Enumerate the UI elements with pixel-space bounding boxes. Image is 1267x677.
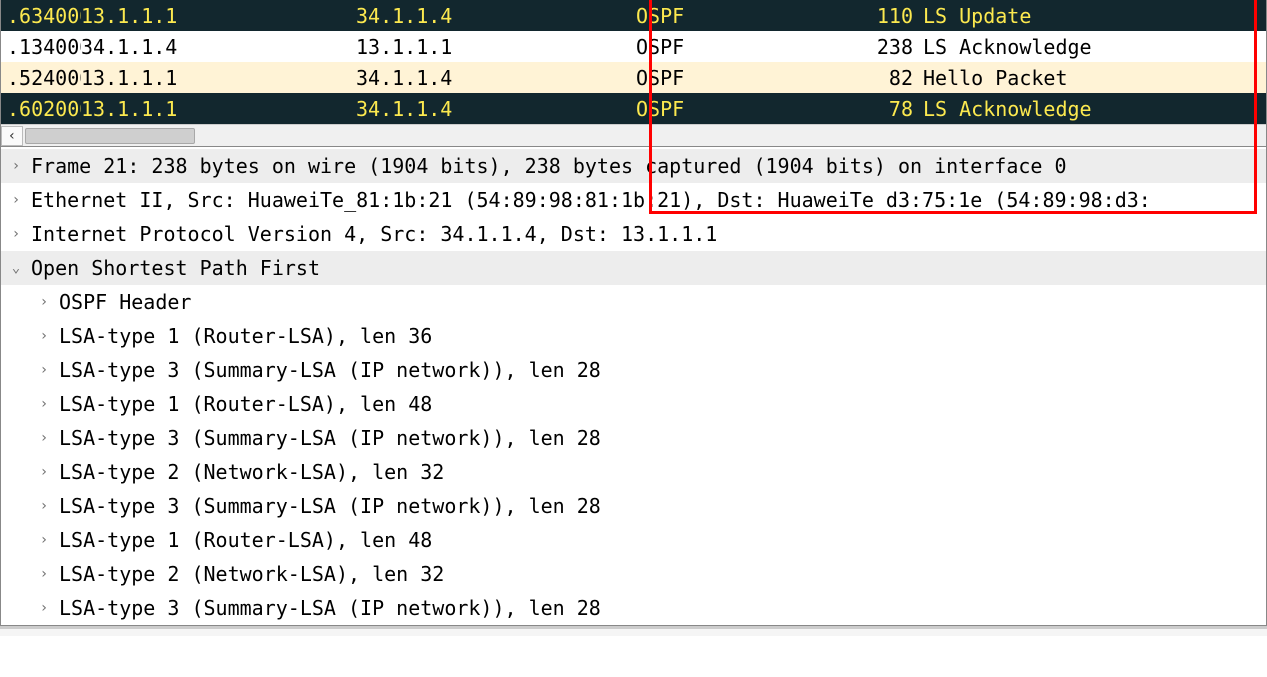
packet-list-hscrollbar[interactable]: ‹ xyxy=(1,124,1266,146)
cell-time: .134000 xyxy=(1,35,81,59)
scroll-thumb[interactable] xyxy=(25,128,195,144)
tree-label: LSA-type 2 (Network-LSA), len 32 xyxy=(59,460,444,484)
tree-row-lsa[interactable]: › LSA-type 2 (Network-LSA), len 32 xyxy=(1,557,1266,591)
cell-destination: 34.1.1.4 xyxy=(356,97,636,121)
tree-row-lsa[interactable]: › LSA-type 3 (Summary-LSA (IP network)),… xyxy=(1,353,1266,387)
cell-time: .634000 xyxy=(1,4,81,28)
tree-label: OSPF Header xyxy=(59,290,191,314)
cell-destination: 13.1.1.1 xyxy=(356,35,636,59)
chevron-right-icon[interactable]: › xyxy=(29,328,59,344)
cell-length: 78 xyxy=(851,97,923,121)
tree-row-lsa[interactable]: › LSA-type 3 (Summary-LSA (IP network)),… xyxy=(1,591,1266,625)
chevron-right-icon[interactable]: › xyxy=(29,498,59,514)
tree-row-lsa[interactable]: › LSA-type 1 (Router-LSA), len 48 xyxy=(1,387,1266,421)
tree-row-lsa[interactable]: › LSA-type 3 (Summary-LSA (IP network)),… xyxy=(1,489,1266,523)
packet-row[interactable]: .134000 34.1.1.4 13.1.1.1 OSPF 238 LS Ac… xyxy=(1,31,1266,62)
cell-length: 238 xyxy=(851,35,923,59)
tree-row-ethernet[interactable]: › Ethernet II, Src: HuaweiTe_81:1b:21 (5… xyxy=(1,183,1266,217)
cell-protocol: OSPF xyxy=(636,97,851,121)
packet-row[interactable]: .524000 13.1.1.1 34.1.1.4 OSPF 82 Hello … xyxy=(1,62,1266,93)
cell-destination: 34.1.1.4 xyxy=(356,66,636,90)
tree-label: LSA-type 3 (Summary-LSA (IP network)), l… xyxy=(59,596,601,620)
tree-row-lsa[interactable]: › LSA-type 1 (Router-LSA), len 36 xyxy=(1,319,1266,353)
tree-label: Open Shortest Path First xyxy=(31,256,320,280)
tree-row-lsa[interactable]: › LSA-type 2 (Network-LSA), len 32 xyxy=(1,455,1266,489)
tree-row-ospf-header[interactable]: › OSPF Header xyxy=(1,285,1266,319)
tree-row-ip[interactable]: › Internet Protocol Version 4, Src: 34.1… xyxy=(1,217,1266,251)
tree-label: LSA-type 2 (Network-LSA), len 32 xyxy=(59,562,444,586)
chevron-right-icon[interactable]: › xyxy=(1,158,31,174)
pane-separator[interactable] xyxy=(0,626,1267,636)
chevron-right-icon[interactable]: › xyxy=(29,464,59,480)
cell-info: LS Update xyxy=(923,4,1266,28)
cell-source: 13.1.1.1 xyxy=(81,97,356,121)
tree-label: Frame 21: 238 bytes on wire (1904 bits),… xyxy=(31,154,1067,178)
tree-label: LSA-type 1 (Router-LSA), len 36 xyxy=(59,324,432,348)
chevron-right-icon[interactable]: › xyxy=(29,532,59,548)
cell-protocol: OSPF xyxy=(636,35,851,59)
scroll-track[interactable] xyxy=(23,126,1266,146)
chevron-down-icon[interactable]: ⌄ xyxy=(1,260,31,276)
tree-label: LSA-type 1 (Router-LSA), len 48 xyxy=(59,528,432,552)
tree-row-lsa[interactable]: › LSA-type 3 (Summary-LSA (IP network)),… xyxy=(1,421,1266,455)
chevron-right-icon[interactable]: › xyxy=(29,362,59,378)
tree-label: Ethernet II, Src: HuaweiTe_81:1b:21 (54:… xyxy=(31,188,1151,212)
cell-source: 34.1.1.4 xyxy=(81,35,356,59)
cell-destination: 34.1.1.4 xyxy=(356,4,636,28)
tree-label: LSA-type 3 (Summary-LSA (IP network)), l… xyxy=(59,426,601,450)
cell-protocol: OSPF xyxy=(636,4,851,28)
chevron-right-icon[interactable]: › xyxy=(29,294,59,310)
cell-protocol: OSPF xyxy=(636,66,851,90)
chevron-right-icon[interactable]: › xyxy=(29,566,59,582)
cell-info: LS Acknowledge xyxy=(923,97,1266,121)
tree-row-frame[interactable]: › Frame 21: 238 bytes on wire (1904 bits… xyxy=(1,149,1266,183)
tree-label: LSA-type 1 (Router-LSA), len 48 xyxy=(59,392,432,416)
cell-info: LS Acknowledge xyxy=(923,35,1266,59)
chevron-right-icon[interactable]: › xyxy=(29,396,59,412)
chevron-right-icon[interactable]: › xyxy=(1,192,31,208)
scroll-left-icon[interactable]: ‹ xyxy=(1,126,23,146)
tree-label: LSA-type 3 (Summary-LSA (IP network)), l… xyxy=(59,358,601,382)
packet-details-pane: › Frame 21: 238 bytes on wire (1904 bits… xyxy=(0,147,1267,626)
tree-row-lsa[interactable]: › LSA-type 1 (Router-LSA), len 48 xyxy=(1,523,1266,557)
tree-label: Internet Protocol Version 4, Src: 34.1.1… xyxy=(31,222,717,246)
cell-length: 82 xyxy=(851,66,923,90)
packet-row[interactable]: .634000 13.1.1.1 34.1.1.4 OSPF 110 LS Up… xyxy=(1,0,1266,31)
cell-time: .602000 xyxy=(1,97,81,121)
chevron-right-icon[interactable]: › xyxy=(1,226,31,242)
tree-row-ospf[interactable]: ⌄ Open Shortest Path First xyxy=(1,251,1266,285)
cell-info: Hello Packet xyxy=(923,66,1266,90)
cell-source: 13.1.1.1 xyxy=(81,66,356,90)
packet-list: .634000 13.1.1.1 34.1.1.4 OSPF 110 LS Up… xyxy=(0,0,1267,147)
cell-time: .524000 xyxy=(1,66,81,90)
packet-row[interactable]: .602000 13.1.1.1 34.1.1.4 OSPF 78 LS Ack… xyxy=(1,93,1266,124)
tree-label: LSA-type 3 (Summary-LSA (IP network)), l… xyxy=(59,494,601,518)
cell-source: 13.1.1.1 xyxy=(81,4,356,28)
chevron-right-icon[interactable]: › xyxy=(29,600,59,616)
cell-length: 110 xyxy=(851,4,923,28)
chevron-right-icon[interactable]: › xyxy=(29,430,59,446)
